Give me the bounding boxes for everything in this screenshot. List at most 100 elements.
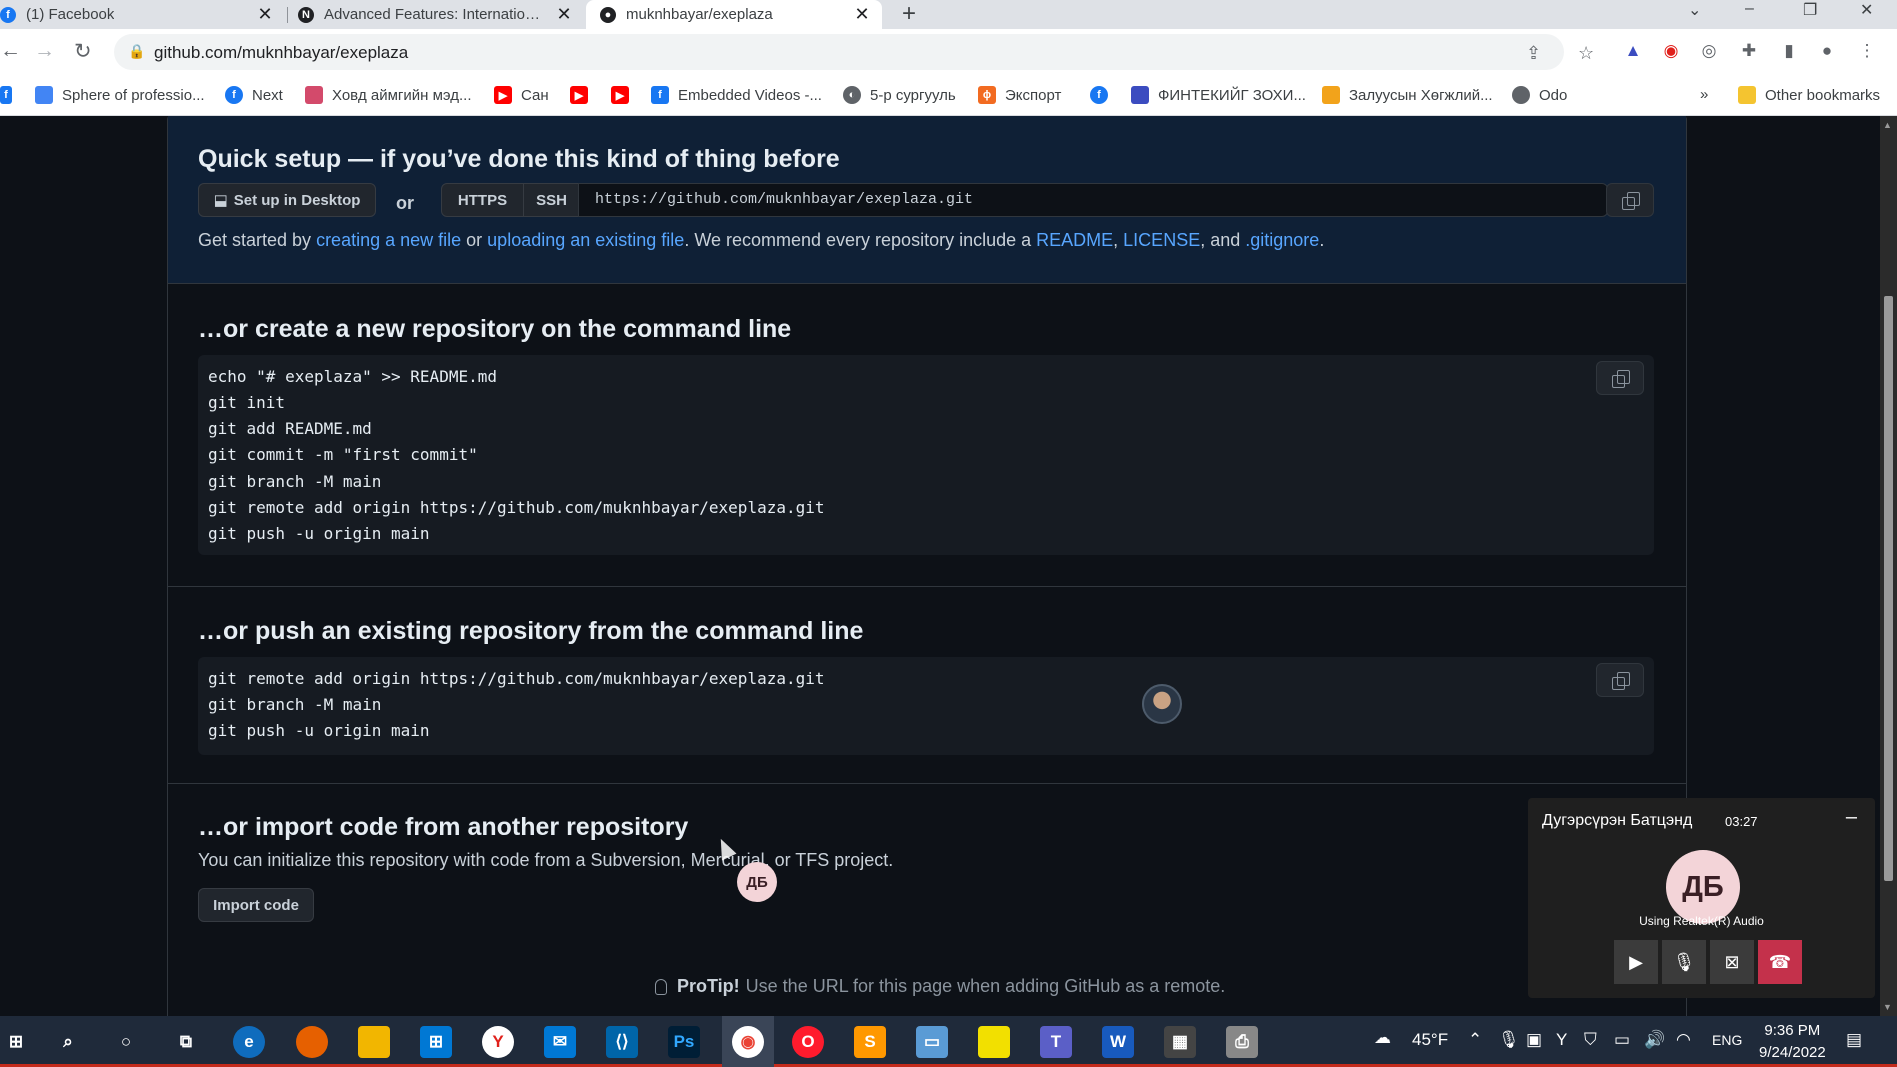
photoshop-icon[interactable]: Ps [668, 1026, 700, 1058]
volume-icon[interactable]: 🔊 [1644, 1030, 1665, 1050]
tab-facebook[interactable]: f (1) Facebook ✕ [0, 0, 285, 29]
bookmark-item[interactable]: Залуусын Хөгжлий... [1322, 86, 1493, 104]
floating-user-avatar[interactable] [1142, 684, 1182, 724]
minimize-call-icon[interactable]: – [1846, 806, 1857, 829]
video-editor-icon[interactable]: ▦ [1164, 1026, 1196, 1058]
start-icon[interactable]: ⊞ [0, 1026, 32, 1058]
license-link[interactable]: LICENSE [1123, 230, 1200, 250]
page-scrollbar[interactable]: ▲ ▼ [1880, 116, 1897, 1016]
firefox-icon[interactable] [296, 1026, 328, 1058]
gitignore-link[interactable]: .gitignore [1245, 230, 1319, 250]
edge-icon[interactable]: e [233, 1026, 265, 1058]
bookmark-item[interactable]: ФИНТЕКИЙГ ЗОХИ... [1131, 86, 1306, 104]
copy-url-button[interactable] [1606, 183, 1654, 217]
copy-code-button[interactable] [1596, 361, 1644, 395]
tab-close-icon[interactable]: ✕ [255, 4, 275, 25]
microphone-icon[interactable]: 🎙 [1662, 940, 1706, 984]
puzzle-extensions-icon[interactable]: ✚ [1738, 41, 1760, 63]
weather-temp[interactable]: 45°F [1412, 1030, 1448, 1050]
tray-chevron-icon[interactable]: ⌃ [1468, 1030, 1482, 1050]
forward-icon[interactable]: → [34, 39, 55, 63]
tab-close-icon[interactable]: ✕ [852, 4, 872, 25]
mail-icon[interactable]: ✉ [544, 1026, 576, 1058]
bookmark-item[interactable]: ▶ Сан [494, 86, 549, 104]
sublime-icon[interactable]: S [854, 1026, 886, 1058]
new-repo-code-block[interactable]: echo "# exeplaza" >> README.md git init … [198, 355, 1654, 555]
cortana-icon[interactable]: ○ [110, 1026, 142, 1058]
bookmark-item[interactable]: f Embedded Videos -... [651, 86, 822, 104]
scroll-up-icon[interactable]: ▲ [1883, 120, 1892, 130]
search-icon[interactable]: ⌕ [52, 1026, 84, 1058]
back-icon[interactable]: ← [0, 39, 21, 63]
close-window-icon[interactable]: ✕ [1860, 0, 1873, 20]
extension-icon[interactable]: ◎ [1698, 41, 1720, 63]
camera-icon[interactable]: ▶ [1614, 940, 1658, 984]
sticky-notes-icon[interactable] [978, 1026, 1010, 1058]
push-repo-code-block[interactable]: git remote add origin https://github.com… [198, 657, 1654, 755]
readme-link[interactable]: README [1036, 230, 1113, 250]
opera-icon[interactable]: O [792, 1026, 824, 1058]
caller-initials-badge[interactable]: ДБ [737, 862, 777, 902]
bookmark-item[interactable]: Sphere of professio... [35, 86, 205, 104]
printer-icon[interactable]: ⎙ [1226, 1026, 1258, 1058]
menu-kebab-icon[interactable]: ⋮ [1856, 41, 1878, 63]
copy-code-button[interactable] [1596, 663, 1644, 697]
tab-github-exeplaza[interactable]: ● muknhbayar/exeplaza ✕ [586, 0, 882, 29]
language-indicator[interactable]: ENG [1712, 1032, 1742, 1048]
yandex-icon[interactable]: Y [482, 1026, 514, 1058]
share-screen-icon[interactable]: ⊠ [1710, 940, 1754, 984]
tab-advanced-features[interactable]: N Advanced Features: International ✕ [298, 0, 584, 29]
upload-file-link[interactable]: uploading an existing file [487, 230, 684, 250]
new-tab-button[interactable]: + [902, 0, 916, 28]
reload-icon[interactable]: ↻ [74, 39, 92, 64]
bookmarks-overflow-icon[interactable]: » [1700, 86, 1708, 103]
security-tray-icon[interactable]: ⛉ [1584, 1030, 1597, 1050]
battery-icon[interactable]: ▭ [1614, 1030, 1630, 1050]
call-widget[interactable]: Дугэрсүрэн Батцэнд 03:27 – ДБ Using Real… [1528, 798, 1875, 998]
bookmark-item[interactable]: f Next [225, 86, 283, 104]
share-icon[interactable]: ⇪ [1526, 43, 1541, 64]
teams-tray-icon[interactable]: ▣ [1526, 1030, 1542, 1050]
notifications-icon[interactable]: ▤ [1846, 1030, 1862, 1050]
bookmark-youtube[interactable]: ▶ [611, 86, 638, 104]
remote-desktop-icon[interactable]: ▭ [916, 1026, 948, 1058]
chrome-icon[interactable]: ◉ [732, 1026, 764, 1058]
task-view-icon[interactable]: ⧉ [170, 1026, 202, 1058]
profile-avatar-icon[interactable]: ● [1816, 41, 1838, 63]
word-icon[interactable]: W [1102, 1026, 1134, 1058]
tab-close-icon[interactable]: ✕ [554, 4, 574, 25]
create-new-file-link[interactable]: creating a new file [316, 230, 461, 250]
ssh-toggle[interactable]: SSH [523, 183, 580, 217]
store-icon[interactable]: ⊞ [420, 1026, 452, 1058]
vscode-icon[interactable]: ⟨⟩ [606, 1026, 638, 1058]
import-code-button[interactable]: Import code [198, 888, 314, 922]
network-icon[interactable]: ◠ [1676, 1030, 1691, 1050]
scroll-down-icon[interactable]: ▼ [1883, 1002, 1892, 1012]
yandex-tray-icon[interactable]: Y [1556, 1030, 1567, 1050]
mic-tray-icon[interactable]: 🎙 [1498, 1030, 1520, 1050]
minimize-window-icon[interactable]: – [1745, 0, 1754, 18]
bookmark-star-icon[interactable]: ☆ [1578, 43, 1594, 64]
file-explorer-icon[interactable] [358, 1026, 390, 1058]
weather-icon[interactable]: ☁ [1374, 1028, 1391, 1048]
adblock-icon[interactable]: ◉ [1660, 41, 1682, 63]
end-call-icon[interactable]: ☎ [1758, 940, 1802, 984]
teams-icon[interactable]: T [1040, 1026, 1072, 1058]
bookmark-item[interactable]: Ховд аймгийн мэд... [305, 86, 472, 104]
clone-url-field[interactable]: https://github.com/muknhbayar/exeplaza.g… [578, 183, 1608, 217]
bookmark-item[interactable]: ◐ 5-р сургууль [843, 86, 956, 104]
extension-badge-icon[interactable]: ▲ [1622, 41, 1644, 63]
clock[interactable]: 9:36 PM 9/24/2022 [1759, 1020, 1826, 1064]
bookmark-item[interactable]: ϕ Экспорт [978, 86, 1061, 104]
bookmark-youtube[interactable]: ▶ [570, 86, 597, 104]
setup-desktop-button[interactable]: ⬓ Set up in Desktop [198, 183, 376, 217]
bookmark-facebook[interactable]: f [0, 86, 21, 104]
tab-search-icon[interactable]: ⌄ [1688, 0, 1701, 20]
address-bar[interactable]: 🔒 github.com/muknhbayar/exeplaza ⇪ ☆ [114, 34, 1594, 70]
scrollbar-thumb[interactable] [1884, 296, 1893, 881]
https-toggle[interactable]: HTTPS [441, 183, 524, 217]
restore-window-icon[interactable]: ❐ [1803, 0, 1817, 20]
other-bookmarks[interactable]: Other bookmarks [1738, 86, 1880, 104]
bookmark-facebook[interactable]: f [1090, 86, 1117, 104]
bookmark-item[interactable]: Odo [1512, 86, 1567, 104]
